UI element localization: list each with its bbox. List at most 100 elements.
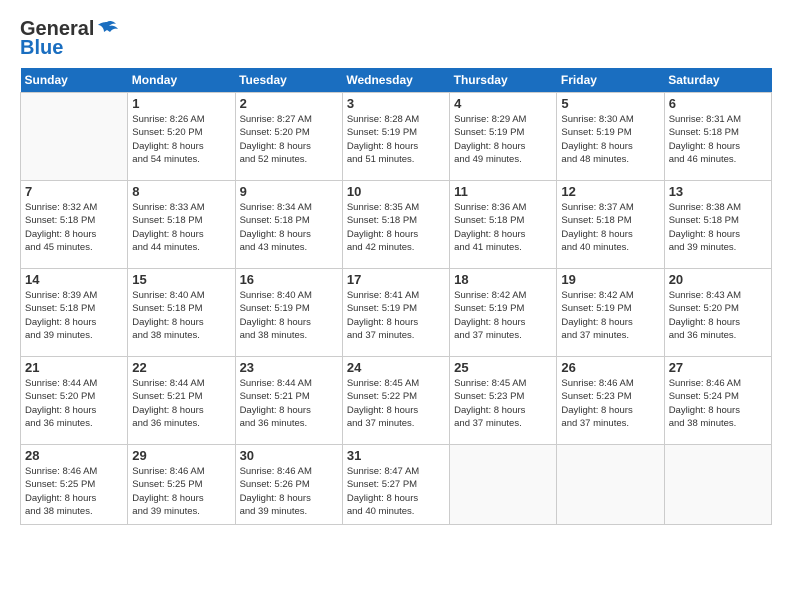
day-info: Sunrise: 8:42 AM Sunset: 5:19 PM Dayligh… [454, 289, 552, 342]
calendar-day-cell: 8 Sunrise: 8:33 AM Sunset: 5:18 PM Daylig… [128, 181, 235, 269]
calendar-day-cell: 4 Sunrise: 8:29 AM Sunset: 5:19 PM Daylig… [450, 93, 557, 181]
day-number: 28 [25, 448, 123, 463]
day-info: Sunrise: 8:27 AM Sunset: 5:20 PM Dayligh… [240, 113, 338, 166]
day-number: 5 [561, 96, 659, 111]
day-info: Sunrise: 8:46 AM Sunset: 5:25 PM Dayligh… [132, 465, 230, 518]
day-info: Sunrise: 8:37 AM Sunset: 5:18 PM Dayligh… [561, 201, 659, 254]
day-number: 16 [240, 272, 338, 287]
day-number: 8 [132, 184, 230, 199]
day-number: 4 [454, 96, 552, 111]
calendar-day-cell [21, 93, 128, 181]
day-number: 19 [561, 272, 659, 287]
calendar-day-cell: 19 Sunrise: 8:42 AM Sunset: 5:19 PM Dayli… [557, 269, 664, 357]
day-info: Sunrise: 8:44 AM Sunset: 5:20 PM Dayligh… [25, 377, 123, 430]
day-info: Sunrise: 8:38 AM Sunset: 5:18 PM Dayligh… [669, 201, 767, 254]
calendar-day-cell: 11 Sunrise: 8:36 AM Sunset: 5:18 PM Dayli… [450, 181, 557, 269]
day-number: 26 [561, 360, 659, 375]
day-info: Sunrise: 8:46 AM Sunset: 5:24 PM Dayligh… [669, 377, 767, 430]
day-info: Sunrise: 8:30 AM Sunset: 5:19 PM Dayligh… [561, 113, 659, 166]
day-number: 12 [561, 184, 659, 199]
day-number: 15 [132, 272, 230, 287]
calendar-day-cell: 10 Sunrise: 8:35 AM Sunset: 5:18 PM Dayli… [342, 181, 449, 269]
calendar-day-cell: 21 Sunrise: 8:44 AM Sunset: 5:20 PM Dayli… [21, 357, 128, 445]
day-of-week-header: Thursday [450, 68, 557, 93]
logo-blue: Blue [20, 37, 63, 60]
day-info: Sunrise: 8:46 AM Sunset: 5:25 PM Dayligh… [25, 465, 123, 518]
day-info: Sunrise: 8:36 AM Sunset: 5:18 PM Dayligh… [454, 201, 552, 254]
calendar-day-cell [664, 445, 771, 525]
day-info: Sunrise: 8:45 AM Sunset: 5:22 PM Dayligh… [347, 377, 445, 430]
day-number: 7 [25, 184, 123, 199]
day-number: 1 [132, 96, 230, 111]
calendar-day-cell: 27Sunrise: 8:46 AM Sunset: 5:24 PM Dayli… [664, 357, 771, 445]
calendar-day-cell: 16Sunrise: 8:40 AM Sunset: 5:19 PM Dayli… [235, 269, 342, 357]
day-info: Sunrise: 8:46 AM Sunset: 5:23 PM Dayligh… [561, 377, 659, 430]
day-number: 14 [25, 272, 123, 287]
day-number: 18 [454, 272, 552, 287]
day-info: Sunrise: 8:40 AM Sunset: 5:18 PM Dayligh… [132, 289, 230, 342]
day-info: Sunrise: 8:31 AM Sunset: 5:18 PM Dayligh… [669, 113, 767, 166]
calendar-day-cell: 28 Sunrise: 8:46 AM Sunset: 5:25 PM Dayli… [21, 445, 128, 525]
calendar-day-cell: 20 Sunrise: 8:43 AM Sunset: 5:20 PM Dayli… [664, 269, 771, 357]
day-of-week-header: Sunday [21, 68, 128, 93]
day-info: Sunrise: 8:43 AM Sunset: 5:20 PM Dayligh… [669, 289, 767, 342]
day-info: Sunrise: 8:44 AM Sunset: 5:21 PM Dayligh… [240, 377, 338, 430]
calendar-day-cell: 1Sunrise: 8:26 AM Sunset: 5:20 PM Daylig… [128, 93, 235, 181]
calendar-day-cell: 18 Sunrise: 8:42 AM Sunset: 5:19 PM Dayli… [450, 269, 557, 357]
logo: General Blue [20, 18, 118, 60]
calendar-day-cell: 15 Sunrise: 8:40 AM Sunset: 5:18 PM Dayli… [128, 269, 235, 357]
calendar-day-cell: 24 Sunrise: 8:45 AM Sunset: 5:22 PM Dayli… [342, 357, 449, 445]
day-number: 11 [454, 184, 552, 199]
day-number: 2 [240, 96, 338, 111]
calendar-day-cell: 23Sunrise: 8:44 AM Sunset: 5:21 PM Dayli… [235, 357, 342, 445]
header: General Blue [20, 18, 772, 60]
calendar-day-cell: 12 Sunrise: 8:37 AM Sunset: 5:18 PM Dayli… [557, 181, 664, 269]
day-number: 13 [669, 184, 767, 199]
logo-bird-icon [96, 20, 118, 38]
day-info: Sunrise: 8:34 AM Sunset: 5:18 PM Dayligh… [240, 201, 338, 254]
day-number: 25 [454, 360, 552, 375]
calendar-day-cell: 17 Sunrise: 8:41 AM Sunset: 5:19 PM Dayli… [342, 269, 449, 357]
calendar-day-cell: 14 Sunrise: 8:39 AM Sunset: 5:18 PM Dayli… [21, 269, 128, 357]
day-number: 6 [669, 96, 767, 111]
day-number: 24 [347, 360, 445, 375]
day-info: Sunrise: 8:41 AM Sunset: 5:19 PM Dayligh… [347, 289, 445, 342]
day-info: Sunrise: 8:35 AM Sunset: 5:18 PM Dayligh… [347, 201, 445, 254]
day-number: 3 [347, 96, 445, 111]
calendar-day-cell: 7Sunrise: 8:32 AM Sunset: 5:18 PM Daylig… [21, 181, 128, 269]
calendar-day-cell: 22 Sunrise: 8:44 AM Sunset: 5:21 PM Dayli… [128, 357, 235, 445]
day-info: Sunrise: 8:46 AM Sunset: 5:26 PM Dayligh… [240, 465, 338, 518]
calendar-day-cell: 9 Sunrise: 8:34 AM Sunset: 5:18 PM Daylig… [235, 181, 342, 269]
day-info: Sunrise: 8:42 AM Sunset: 5:19 PM Dayligh… [561, 289, 659, 342]
calendar-day-cell: 13 Sunrise: 8:38 AM Sunset: 5:18 PM Dayli… [664, 181, 771, 269]
day-number: 10 [347, 184, 445, 199]
day-info: Sunrise: 8:33 AM Sunset: 5:18 PM Dayligh… [132, 201, 230, 254]
calendar-day-cell: 6 Sunrise: 8:31 AM Sunset: 5:18 PM Daylig… [664, 93, 771, 181]
day-number: 17 [347, 272, 445, 287]
calendar-day-cell [557, 445, 664, 525]
day-info: Sunrise: 8:28 AM Sunset: 5:19 PM Dayligh… [347, 113, 445, 166]
day-number: 9 [240, 184, 338, 199]
day-info: Sunrise: 8:47 AM Sunset: 5:27 PM Dayligh… [347, 465, 445, 518]
day-of-week-header: Friday [557, 68, 664, 93]
day-number: 30 [240, 448, 338, 463]
calendar-day-cell: 30 Sunrise: 8:46 AM Sunset: 5:26 PM Dayli… [235, 445, 342, 525]
calendar-page: General Blue SundayMondayTuesdayWednesda… [0, 0, 792, 612]
day-of-week-header: Monday [128, 68, 235, 93]
day-of-week-header: Tuesday [235, 68, 342, 93]
calendar-day-cell: 25 Sunrise: 8:45 AM Sunset: 5:23 PM Dayli… [450, 357, 557, 445]
calendar-table: SundayMondayTuesdayWednesdayThursdayFrid… [20, 68, 772, 525]
calendar-day-cell: 29 Sunrise: 8:46 AM Sunset: 5:25 PM Dayli… [128, 445, 235, 525]
calendar-day-cell: 31Sunrise: 8:47 AM Sunset: 5:27 PM Dayli… [342, 445, 449, 525]
day-info: Sunrise: 8:39 AM Sunset: 5:18 PM Dayligh… [25, 289, 123, 342]
day-number: 29 [132, 448, 230, 463]
day-of-week-header: Wednesday [342, 68, 449, 93]
day-number: 20 [669, 272, 767, 287]
day-number: 22 [132, 360, 230, 375]
day-info: Sunrise: 8:29 AM Sunset: 5:19 PM Dayligh… [454, 113, 552, 166]
day-info: Sunrise: 8:44 AM Sunset: 5:21 PM Dayligh… [132, 377, 230, 430]
day-number: 21 [25, 360, 123, 375]
day-of-week-header: Saturday [664, 68, 771, 93]
calendar-day-cell: 3 Sunrise: 8:28 AM Sunset: 5:19 PM Daylig… [342, 93, 449, 181]
day-info: Sunrise: 8:45 AM Sunset: 5:23 PM Dayligh… [454, 377, 552, 430]
